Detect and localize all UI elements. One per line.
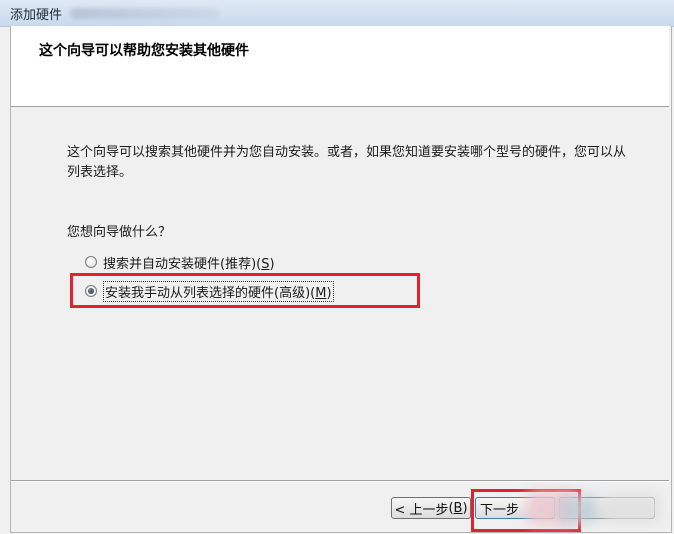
add-hardware-window: 添加硬件 这个向导可以帮助您安装其他硬件 这个向导可以搜索其他硬件并为您自动安装… [0, 0, 674, 534]
annotation-highlight-next [471, 489, 581, 532]
wizard-header: 这个向导可以帮助您安装其他硬件 [11, 26, 669, 107]
radio-auto-search[interactable] [85, 256, 97, 268]
window-title: 添加硬件 [10, 8, 63, 23]
back-button-label: < 上一步 [394, 502, 449, 518]
title-bar[interactable]: 添加硬件 [0, 0, 674, 27]
option-auto-search[interactable]: 搜索并自动安装硬件(推荐)(S) [85, 252, 275, 272]
annotation-highlight-option [70, 273, 420, 308]
wizard-dialog: 这个向导可以帮助您安装其他硬件 这个向导可以搜索其他硬件并为您自动安装。或者，如… [10, 26, 672, 533]
wizard-question: 您想向导做什么？ [67, 225, 172, 240]
wizard-description: 这个向导可以搜索其他硬件并为您自动安装。或者，如果您知道要安装哪个型号的硬件，您… [67, 145, 627, 180]
option-auto-search-label: 搜索并自动安装硬件(推荐)(S) [103, 256, 275, 272]
obscured-title-text [70, 8, 220, 19]
back-button[interactable]: < 上一步 (B) [391, 497, 471, 519]
back-button-mnemonic: (B) [448, 500, 468, 516]
wizard-heading: 这个向导可以帮助您安装其他硬件 [39, 43, 249, 59]
footer-divider [11, 480, 669, 482]
